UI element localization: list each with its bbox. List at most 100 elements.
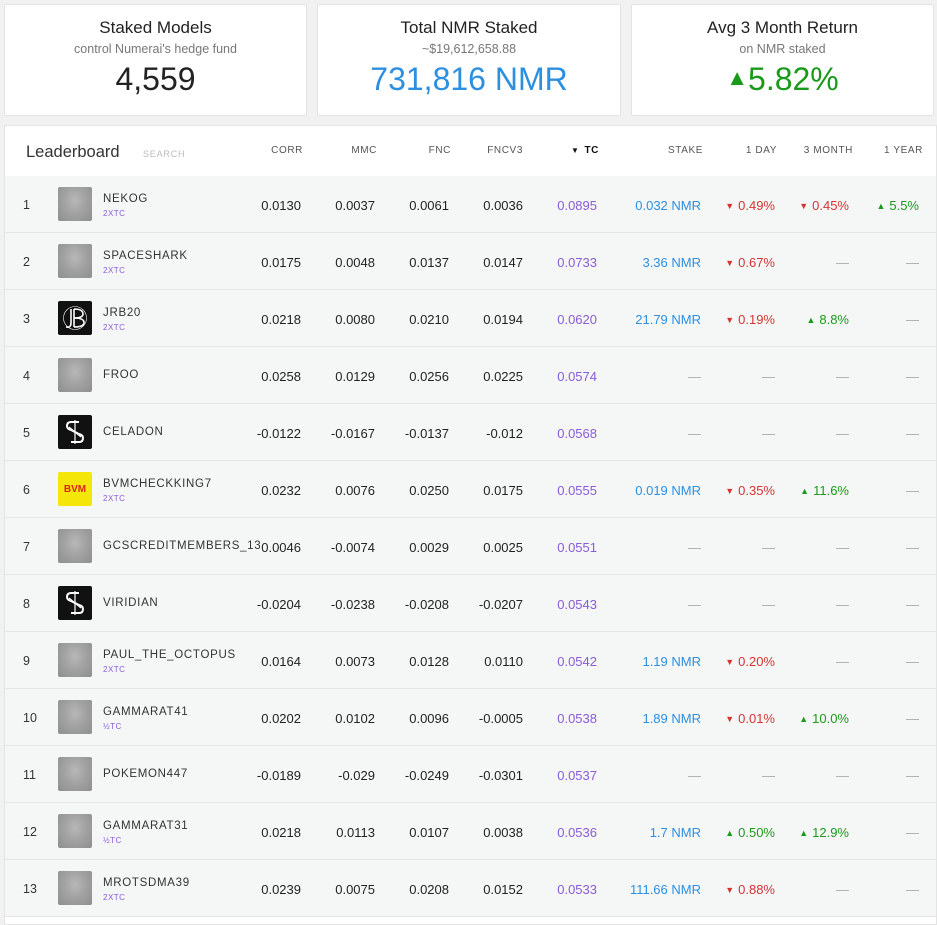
cell-tc: 0.0543 (557, 597, 597, 612)
cell-stake: 1.89 NMR (642, 711, 701, 726)
leaderboard-title: Leaderboard (26, 143, 120, 161)
column-header-fncv3[interactable]: FNCV3 (465, 145, 523, 156)
table-row[interactable]: 2 SPACESHARK 2XTC 0.0175 0.0048 0.0137 0.0147 0… (5, 233, 936, 290)
cell-stake: — (688, 597, 701, 612)
cell-day1: ▼ 0.88% (705, 882, 775, 897)
table-row[interactable]: 7 GCSCREDITMEMBERS_13 0.0046 -0.0074 0.0029 0… (5, 518, 936, 575)
avatar-icon[interactable] (58, 358, 92, 392)
cell-tc: 0.0733 (557, 255, 597, 270)
model-name-link[interactable]: PAUL_THE_OCTOPUS (103, 649, 236, 661)
up-arrow-icon: ▲ (726, 65, 749, 90)
rank: 11 (23, 768, 36, 782)
avatar-icon[interactable] (58, 757, 92, 791)
avatar-icon[interactable] (58, 871, 92, 905)
cell-corr: -0.0122 (256, 426, 301, 441)
table-row[interactable]: 10 GAMMARAT41 ½TC 0.0202 0.0102 0.0096 -0.0005… (5, 689, 936, 746)
down-arrow-icon: ▼ (725, 486, 735, 496)
cell-year1: — (906, 255, 919, 270)
cell-month3: ▲ 10.0% (785, 711, 849, 726)
numerai-logo-icon[interactable] (58, 586, 92, 620)
cell-mmc: -0.029 (338, 768, 375, 783)
down-arrow-icon: ▼ (725, 315, 735, 325)
cell-month3: ▲ 8.8% (785, 312, 849, 327)
model-name-link[interactable]: GAMMARAT41 (103, 706, 188, 718)
table-row[interactable]: 11 POKEMON447 -0.0189 -0.029 -0.0249 -0.0301 0… (5, 746, 936, 803)
model-name-link[interactable]: GAMMARAT31 (103, 820, 188, 832)
payout-badge: 2XTC (103, 494, 126, 503)
column-header-mmc[interactable]: MMC (319, 145, 377, 156)
cell-tc: 0.0533 (557, 882, 597, 897)
cell-tc: 0.0620 (557, 312, 597, 327)
cell-month3: — (836, 768, 849, 783)
avatar-icon[interactable] (58, 814, 92, 848)
rank: 4 (23, 369, 30, 383)
column-header-stake[interactable]: STAKE (645, 145, 703, 156)
cell-fnc: -0.0208 (404, 597, 449, 612)
cell-fncv3: 0.0110 (484, 654, 523, 669)
cell-year1: — (906, 483, 919, 498)
cell-mmc: 0.0048 (335, 255, 375, 270)
bvm-logo-icon[interactable]: BVM (58, 472, 92, 506)
avatar-icon[interactable] (58, 244, 92, 278)
rank: 6 (23, 483, 30, 497)
down-arrow-icon: ▼ (725, 657, 735, 667)
model-name-link[interactable]: JRB20 (103, 307, 141, 319)
model-name-link[interactable]: VIRIDIAN (103, 597, 158, 609)
table-row[interactable]: 6 BVM BVMCHECKKING7 2XTC 0.0232 0.0076 0.0250 0… (5, 461, 936, 518)
cell-mmc: 0.0102 (335, 711, 375, 726)
avatar-icon[interactable] (58, 700, 92, 734)
cell-day1: ▼ 0.01% (705, 711, 775, 726)
cell-year1-value: 5.5% (889, 198, 919, 213)
table-row[interactable]: 3 JRB20 2XTC 0.0218 0.0080 0.0210 0.0194 0.0620… (5, 290, 936, 347)
cell-fnc: 0.0128 (409, 654, 449, 669)
down-arrow-icon: ▼ (725, 201, 735, 211)
cell-tc: 0.0895 (557, 198, 597, 213)
cell-fncv3: 0.0225 (483, 369, 523, 384)
total-nmr-usd: ~$19,612,658.88 (421, 42, 517, 56)
table-row[interactable]: 8 VIRIDIAN -0.0204 -0.0238 -0.0208 -0.0207 0.0… (5, 575, 936, 632)
column-header-tc-label: TC (584, 145, 599, 156)
cell-day1: — (762, 369, 775, 384)
table-row[interactable]: 1 NEKOG 2XTC 0.0130 0.0037 0.0061 0.0036 0.0895… (5, 176, 936, 233)
cell-day1: — (762, 768, 775, 783)
model-name-link[interactable]: FROO (103, 369, 139, 381)
total-nmr-card: Total NMR Staked ~$19,612,658.88 731,816… (317, 4, 621, 116)
jrb-logo-icon[interactable] (58, 301, 92, 335)
model-name-link[interactable]: GCSCREDITMEMBERS_13 (103, 540, 261, 552)
table-row[interactable]: 4 FROO 0.0258 0.0129 0.0256 0.0225 0.0574 — — — — (5, 347, 936, 404)
cell-stake: 0.019 NMR (635, 483, 701, 498)
cell-month3-value: 0.45% (812, 198, 849, 213)
cell-month3: ▲ 11.6% (785, 483, 849, 498)
avatar-icon[interactable] (58, 187, 92, 221)
model-name-link[interactable]: NEKOG (103, 193, 148, 205)
cell-corr: 0.0218 (261, 825, 301, 840)
table-row[interactable]: 12 GAMMARAT31 ½TC 0.0218 0.0113 0.0107 0.0038 0… (5, 803, 936, 860)
model-name-link[interactable]: SPACESHARK (103, 250, 188, 262)
cell-fncv3: 0.0036 (483, 198, 523, 213)
table-row[interactable]: 5 CELADON -0.0122 -0.0167 -0.0137 -0.012 0.056… (5, 404, 936, 461)
column-header-1year[interactable]: 1 YEAR (861, 145, 923, 156)
numerai-logo-icon[interactable] (58, 415, 92, 449)
avatar-icon[interactable] (58, 643, 92, 677)
cell-fncv3: 0.0152 (483, 882, 523, 897)
avatar-icon[interactable] (58, 529, 92, 563)
model-name-link[interactable]: MROTSDMA39 (103, 877, 190, 889)
table-row[interactable]: 9 PAUL_THE_OCTOPUS 2XTC 0.0164 0.0073 0.0128 0… (5, 632, 936, 689)
model-name-link[interactable]: POKEMON447 (103, 768, 188, 780)
column-header-corr[interactable]: CORR (245, 145, 303, 156)
table-row[interactable]: 13 MROTSDMA39 2XTC 0.0239 0.0075 0.0208 0.0152… (5, 860, 936, 917)
column-header-fnc[interactable]: FNC (393, 145, 451, 156)
model-name-link[interactable]: BVMCHECKKING7 (103, 478, 212, 490)
cell-year1: ▲ 5.5% (855, 198, 919, 213)
column-header-3month[interactable]: 3 MONTH (785, 145, 853, 156)
down-arrow-icon: ▼ (725, 714, 735, 724)
cell-day1: ▼ 0.19% (705, 312, 775, 327)
cell-fnc: 0.0029 (409, 540, 449, 555)
model-name-link[interactable]: CELADON (103, 426, 164, 438)
search-input[interactable]: SEARCH (143, 149, 185, 159)
cell-day1: — (762, 426, 775, 441)
cell-mmc: 0.0037 (335, 198, 375, 213)
column-header-1day[interactable]: 1 DAY (719, 145, 777, 156)
column-header-tc[interactable]: ▼ TC (541, 145, 599, 156)
cell-day1: ▼ 0.49% (705, 198, 775, 213)
